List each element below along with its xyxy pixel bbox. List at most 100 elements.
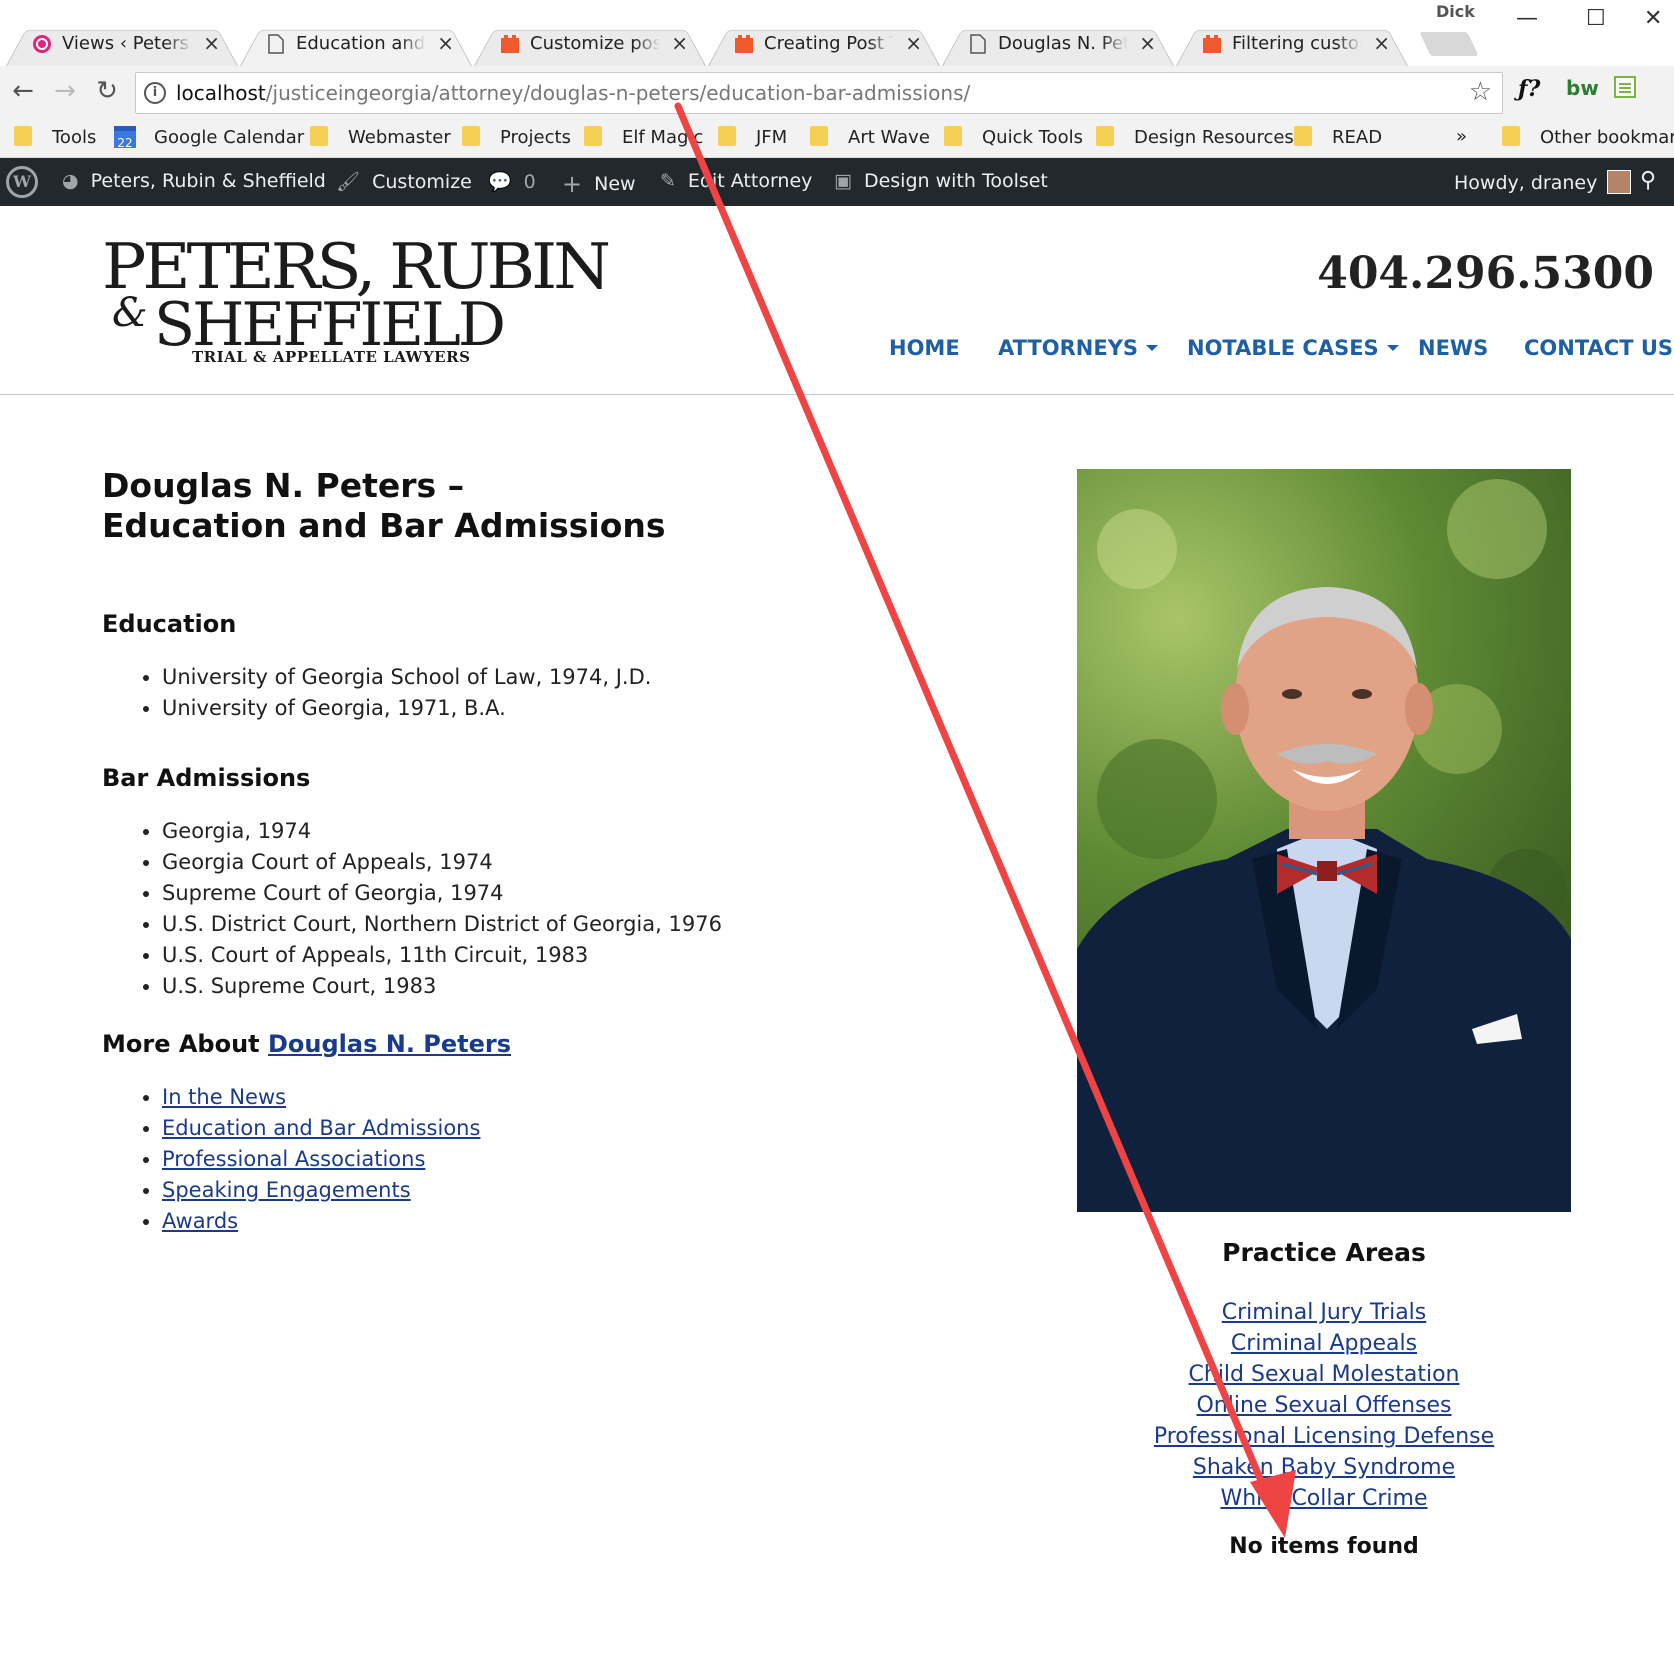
formula-extension-icon[interactable]: ƒ? xyxy=(1518,76,1540,102)
nav-attorneys[interactable]: ATTORNEYS xyxy=(998,336,1159,360)
practice-link[interactable]: Professional Licensing Defense xyxy=(1154,1424,1494,1449)
adminbar-comments[interactable]: 💬 0 xyxy=(488,170,536,193)
adminbar-edit-attorney[interactable]: ✎ Edit Attorney xyxy=(660,170,812,192)
toolset-views-icon xyxy=(32,34,52,54)
nav-news[interactable]: NEWS xyxy=(1418,336,1488,360)
main-content: Douglas N. Peters – Education and Bar Ad… xyxy=(102,466,902,1237)
adminbar-new[interactable]: + New xyxy=(562,170,636,198)
practice-areas-list: Criminal Jury Trials Criminal Appeals Ch… xyxy=(1124,1297,1524,1514)
browser-tab-customize[interactable]: Customize post and × xyxy=(474,22,706,67)
back-icon[interactable]: ← xyxy=(6,76,40,106)
practice-link[interactable]: Online Sexual Offenses xyxy=(1196,1393,1451,1418)
more-about-heading: More About Douglas N. Peters xyxy=(102,1030,902,1058)
other-bookmarks-folder[interactable]: Other bookmarks xyxy=(1502,126,1674,152)
close-icon[interactable]: × xyxy=(905,31,922,55)
reload-icon[interactable]: ↻ xyxy=(90,76,124,106)
close-icon[interactable]: × xyxy=(203,31,220,55)
new-tab-button[interactable] xyxy=(1419,32,1479,56)
link-in-the-news[interactable]: In the News xyxy=(162,1085,286,1109)
practice-link[interactable]: Criminal Jury Trials xyxy=(1222,1300,1427,1325)
bookmark-star-icon[interactable]: ☆ xyxy=(1469,77,1492,107)
practice-link[interactable]: White Collar Crime xyxy=(1220,1486,1427,1511)
forward-icon[interactable]: → xyxy=(48,76,82,106)
list-item: University of Georgia, 1971, B.A. xyxy=(162,693,902,724)
nav-label: HOME xyxy=(889,336,960,360)
bookmark-folder[interactable]: JFM xyxy=(718,126,787,152)
list-item: Shaken Baby Syndrome xyxy=(1124,1452,1524,1483)
address-bar[interactable]: i localhost/justiceingeorgia/attorney/do… xyxy=(135,72,1503,114)
practice-link[interactable]: Criminal Appeals xyxy=(1231,1331,1417,1356)
bookmark-label: Elf Magic xyxy=(622,127,704,148)
bookmark-folder[interactable]: Quick Tools xyxy=(944,126,1083,152)
adminbar-site-name[interactable]: ◕ Peters, Rubin & Sheffield xyxy=(62,170,326,192)
link-education-bar[interactable]: Education and Bar Admissions xyxy=(162,1116,480,1140)
adminbar-my-account[interactable]: Howdy, draney xyxy=(1454,170,1632,194)
bookmark-label: READ xyxy=(1332,127,1383,148)
tab-title: Creating Post Types xyxy=(764,33,894,54)
toolset-icon xyxy=(500,34,520,54)
list-item: Professional Associations xyxy=(162,1144,902,1175)
browser-tab-douglas[interactable]: Douglas N. Peters × xyxy=(942,22,1174,67)
bookmark-link[interactable]: 22 Google Calendar xyxy=(114,126,304,152)
toolset-icon xyxy=(734,34,754,54)
pencil-icon: ✎ xyxy=(660,170,676,192)
nav-contact-us[interactable]: CONTACT US xyxy=(1524,336,1673,360)
wordpress-logo-icon[interactable]: W xyxy=(6,166,38,198)
link-speaking-engagements[interactable]: Speaking Engagements xyxy=(162,1178,411,1202)
minimize-icon[interactable]: — xyxy=(1516,6,1538,31)
close-window-icon[interactable]: ✕ xyxy=(1644,6,1662,31)
close-icon[interactable]: × xyxy=(1373,31,1390,55)
folder-icon xyxy=(1294,126,1312,146)
folder-icon xyxy=(1502,126,1520,146)
list-item: Education and Bar Admissions xyxy=(162,1113,902,1144)
browser-tab-filtering[interactable]: Filtering custom post × xyxy=(1176,22,1408,67)
list-item: White Collar Crime xyxy=(1124,1483,1524,1514)
adminbar-customize[interactable]: 🖌 Customize xyxy=(336,170,472,193)
education-list: University of Georgia School of Law, 197… xyxy=(102,662,902,724)
nav-notable-cases[interactable]: NOTABLE CASES xyxy=(1187,336,1399,360)
profile-name[interactable]: Dick xyxy=(1436,2,1475,21)
browser-tab-views[interactable]: Views ‹ Peters, Rubin × xyxy=(6,22,238,67)
tab-title: Views ‹ Peters, Rubin xyxy=(62,33,192,54)
list-item: In the News xyxy=(162,1082,902,1113)
close-icon[interactable]: × xyxy=(1139,31,1156,55)
attorney-name-link[interactable]: Douglas N. Peters xyxy=(268,1030,511,1058)
more-about-links: In the News Education and Bar Admissions… xyxy=(102,1082,902,1237)
link-professional-associations[interactable]: Professional Associations xyxy=(162,1147,425,1171)
bookmark-folder[interactable]: READ xyxy=(1294,126,1382,152)
main-navigation: HOME ATTORNEYS NOTABLE CASES NEWS CONTAC… xyxy=(0,336,1674,366)
more-about-prefix: More About xyxy=(102,1030,268,1058)
bookmark-folder[interactable]: Tools xyxy=(14,126,96,152)
bar-admissions-section: Bar Admissions Georgia, 1974 Georgia Cou… xyxy=(102,764,902,1002)
adminbar-label: Peters, Rubin & Sheffield xyxy=(90,170,326,192)
info-icon[interactable]: i xyxy=(144,82,166,104)
practice-areas: Practice Areas Criminal Jury Trials Crim… xyxy=(1124,1238,1524,1559)
logo-ampersand: & xyxy=(112,290,148,336)
bookmark-label: Webmaster xyxy=(348,127,451,148)
bookmark-folder[interactable]: Art Wave xyxy=(810,126,930,152)
bar-admissions-list: Georgia, 1974 Georgia Court of Appeals, … xyxy=(102,816,902,1002)
maximize-icon[interactable]: ☐ xyxy=(1586,6,1606,31)
sheet-extension-icon[interactable] xyxy=(1614,76,1636,104)
search-icon[interactable]: ⚲ xyxy=(1640,168,1656,193)
bookmark-folder[interactable]: Elf Magic xyxy=(584,126,703,152)
browser-tab-strip: Views ‹ Peters, Rubin × Education and Ba… xyxy=(0,0,1674,67)
bookmark-folder[interactable]: Projects xyxy=(462,126,571,152)
list-item: Supreme Court of Georgia, 1974 xyxy=(162,878,902,909)
bookmarks-overflow-button[interactable]: » xyxy=(1456,126,1467,152)
bookmark-folder[interactable]: Webmaster xyxy=(310,126,451,152)
link-awards[interactable]: Awards xyxy=(162,1209,238,1233)
folder-icon xyxy=(1096,126,1114,146)
adminbar-design-toolset[interactable]: ▣ Design with Toolset xyxy=(834,170,1048,192)
close-icon[interactable]: × xyxy=(671,31,688,55)
builtwith-extension-icon[interactable]: bw xyxy=(1566,76,1599,100)
practice-link[interactable]: Shaken Baby Syndrome xyxy=(1193,1455,1455,1480)
bookmark-folder[interactable]: Design Resources xyxy=(1096,126,1294,152)
nav-home[interactable]: HOME xyxy=(889,336,960,360)
bookmark-label: Design Resources xyxy=(1134,127,1294,148)
browser-tab-creating[interactable]: Creating Post Types × xyxy=(708,22,940,67)
practice-link[interactable]: Child Sexual Molestation xyxy=(1189,1362,1460,1387)
browser-tab-education[interactable]: Education and Bar Admissions × xyxy=(240,22,472,67)
close-icon[interactable]: × xyxy=(437,31,454,55)
list-item: Georgia, 1974 xyxy=(162,816,902,847)
